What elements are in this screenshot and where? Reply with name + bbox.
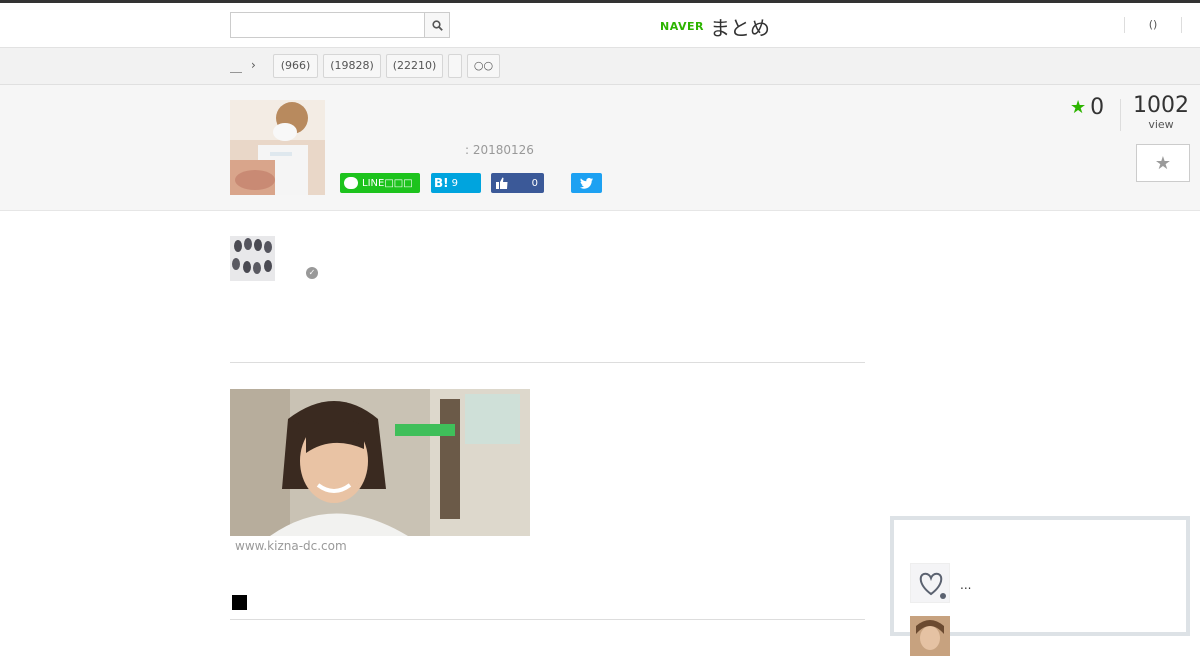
sidebar-related-box: ... [890,516,1190,656]
facebook-like-button[interactable]: 0 [491,173,544,193]
category-chip[interactable] [448,54,462,78]
chevron-right-icon: › [251,58,256,72]
view-counter: 1002 view [1130,93,1192,131]
header-user-link[interactable]: () [1124,17,1182,33]
author-avatar[interactable] [230,236,275,281]
image-source-link[interactable]: www.kizna-dc.com [235,539,347,553]
related-item-title[interactable]: ... [960,578,971,592]
line-share-button[interactable]: LINE□□□ [340,173,420,193]
category-chip[interactable]: (22210) [386,54,443,78]
star-icon: ★ [1070,97,1087,118]
category-chip[interactable]: (966) [273,54,318,78]
logo-name: まとめ [709,15,770,40]
favorite-count: ★ 0 [1070,95,1104,120]
category-chip[interactable]: ○○ [467,54,500,78]
twitter-bird-icon [580,177,593,189]
facebook-like-count: 0 [531,177,538,189]
view-label: view [1148,118,1174,131]
hatena-count: 9 [451,177,458,189]
star-icon: ★ [1154,152,1172,174]
line-icon [344,177,358,189]
related-item-thumbnail[interactable] [910,563,950,603]
article-thumbnail [230,100,325,195]
hatena-bookmark-button[interactable]: B! 9 [431,173,481,193]
favorite-count-value: 0 [1090,95,1105,120]
divider [1120,99,1121,131]
breadcrumb-home[interactable]: ＿ [230,58,242,75]
breadcrumb: ＿ › (966) (19828) (22210) ○○ [0,48,1200,85]
updated-date: : 20180126 [465,143,534,157]
search-icon [431,19,443,31]
site-header: NAVER まとめ () [0,3,1200,48]
divider [230,362,865,363]
divider [230,619,865,620]
view-count: 1002 [1133,93,1189,118]
article-photo [230,389,530,536]
twitter-share-button[interactable] [571,173,602,193]
site-logo[interactable]: NAVER まとめ [660,11,770,41]
add-favorite-button[interactable]: ★ [1136,144,1190,182]
category-chip[interactable]: (19828) [323,54,381,78]
heading-bullet [232,595,247,610]
line-share-label: LINE□□□ [362,177,413,189]
thumbs-up-icon [496,177,508,189]
logo-brand: NAVER [660,19,704,33]
related-item-thumbnail[interactable] [910,616,950,656]
search-button[interactable] [424,13,449,37]
hatena-icon: B! [434,176,449,190]
search-input[interactable] [231,13,425,37]
article-info-bar: : 20180126 LINE□□□ B! 9 0 ★ 0 1002 view … [0,85,1200,211]
search-box [230,12,450,38]
verified-icon: ✓ [306,267,318,279]
